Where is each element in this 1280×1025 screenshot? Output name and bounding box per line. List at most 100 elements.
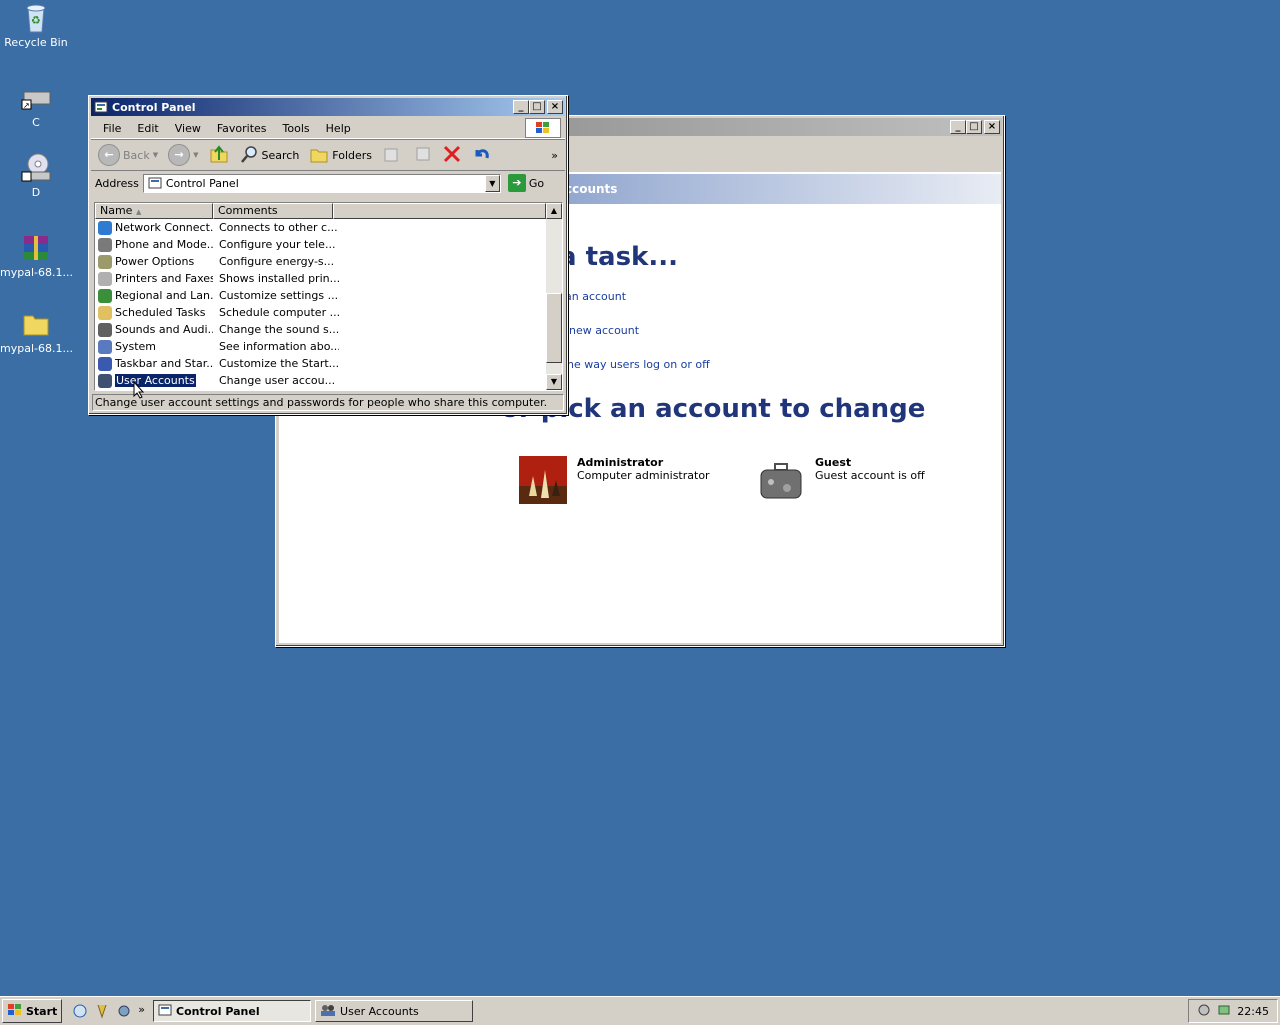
desktop-icon-label: Recycle Bin <box>4 36 68 49</box>
address-bar: Address Control Panel ▼ ➔ Go <box>91 171 565 195</box>
list-item-comment: Change the sound s... <box>219 323 339 336</box>
list-item[interactable]: Power Options Configure energy-s... <box>95 253 562 270</box>
account-tile-guest[interactable]: Guest Guest account is off <box>757 456 925 504</box>
list-item-name-cell: Taskbar and Star... <box>95 356 213 371</box>
search-label: Search <box>261 148 300 162</box>
list-item-name: Sounds and Audi... <box>115 323 213 336</box>
desktop-icon-mypal-folder[interactable]: mypal-68.1... <box>0 308 73 355</box>
ie-icon[interactable] <box>72 1003 88 1019</box>
scroll-up-arrow[interactable]: ▲ <box>546 203 562 219</box>
list-item-name-cell: Network Connect... <box>95 220 213 235</box>
copy-to-button[interactable] <box>409 142 435 169</box>
file-list[interactable]: Name ▲ Comments Network Connect... Connec… <box>94 202 563 391</box>
ua-banner-title: ccounts <box>565 182 618 196</box>
taskbar-button-user-accounts[interactable]: User Accounts <box>315 1000 474 1022</box>
scroll-down-arrow[interactable]: ▼ <box>546 374 562 390</box>
list-item-comment: Configure energy-s... <box>219 255 335 268</box>
move-to-button[interactable] <box>379 142 405 169</box>
list-item-name: Taskbar and Star... <box>115 357 213 370</box>
undo-button[interactable] <box>469 142 495 169</box>
desktop-icon-drive-c[interactable]: ↗ C <box>0 82 72 129</box>
toolbar-more-button[interactable]: » <box>548 147 561 164</box>
control-panel-applet-icon <box>98 356 112 371</box>
list-item[interactable]: Regional and Lan... Customize settings ..… <box>95 287 562 304</box>
account-tile-administrator[interactable]: Administrator Computer administrator <box>519 456 710 504</box>
minimize-button[interactable]: _ <box>950 120 966 134</box>
column-header-empty <box>333 203 546 219</box>
start-button[interactable]: Start <box>2 999 63 1023</box>
list-item[interactable]: Phone and Mode... Configure your tele... <box>95 236 562 253</box>
menu-file[interactable]: File <box>95 122 129 135</box>
minimize-button[interactable]: _ <box>513 100 529 114</box>
network-icon[interactable] <box>1217 1003 1231 1020</box>
sort-ascending-icon: ▲ <box>135 208 142 216</box>
forward-button[interactable]: → ▼ <box>165 142 201 168</box>
control-panel-applet-icon <box>98 322 112 337</box>
search-icon <box>239 144 259 167</box>
close-button[interactable]: × <box>547 100 563 114</box>
folder-icon <box>20 308 52 340</box>
control-panel-icon <box>148 176 162 190</box>
windows-flag-icon <box>7 1003 23 1020</box>
close-button[interactable]: × <box>984 120 1000 134</box>
vertical-scrollbar[interactable]: ▲ ▼ <box>546 203 562 390</box>
menu-edit[interactable]: Edit <box>129 122 166 135</box>
maximize-button[interactable]: □ <box>966 120 982 134</box>
list-item[interactable]: Taskbar and Star... Customize the Start..… <box>95 355 562 372</box>
desktop-icon-label: D <box>31 186 41 199</box>
menu-tools[interactable]: Tools <box>275 122 318 135</box>
list-item-name: Power Options <box>115 255 195 268</box>
scroll-thumb[interactable] <box>546 293 562 363</box>
ua-link-logon-options[interactable]: he way users log on or off <box>567 358 710 371</box>
back-button[interactable]: ← Back ▼ <box>95 142 161 168</box>
desktop-icon-mypal-archive[interactable]: mypal-68.1... <box>0 232 73 279</box>
mouse-cursor-icon <box>133 380 145 402</box>
menu-favorites[interactable]: Favorites <box>209 122 275 135</box>
desktop-icon-drive-d[interactable]: D <box>0 152 72 199</box>
menu-bar: File Edit View Favorites Tools Help <box>91 118 565 139</box>
control-panel-applet-icon <box>98 288 112 303</box>
list-item[interactable]: System See information abo... <box>95 338 562 355</box>
clock[interactable]: 22:45 <box>1237 1005 1269 1018</box>
ua-link-create-account[interactable]: new account <box>569 324 639 337</box>
address-dropdown-button[interactable]: ▼ <box>484 174 500 192</box>
go-button[interactable]: ➔ Go <box>505 172 547 194</box>
window-title: Control Panel <box>112 100 196 114</box>
list-item[interactable]: User Accounts Change user accou... <box>95 372 562 389</box>
account-name: Administrator <box>577 456 664 469</box>
tools-icon[interactable] <box>116 1003 132 1019</box>
list-item-name: Scheduled Tasks <box>115 306 206 319</box>
list-item-name: User Accounts <box>114 373 197 388</box>
maximize-button[interactable]: □ <box>529 100 545 114</box>
desktop-icon-recycle-bin[interactable]: ♻ Recycle Bin <box>0 2 72 49</box>
account-name: Guest <box>815 456 852 469</box>
volume-icon[interactable] <box>1197 1003 1211 1020</box>
list-item[interactable]: Sounds and Audi... Change the sound s... <box>95 321 562 338</box>
address-input[interactable]: Control Panel ▼ <box>142 173 501 193</box>
search-button[interactable]: Search <box>236 142 303 169</box>
list-item[interactable]: Scheduled Tasks Schedule computer ... <box>95 304 562 321</box>
list-item[interactable]: Printers and Faxes Shows installed prin..… <box>95 270 562 287</box>
column-header-comments[interactable]: Comments <box>213 203 333 219</box>
taskbar-button-control-panel[interactable]: Control Panel <box>153 1000 312 1022</box>
chevron-down-icon: ▼ <box>193 151 199 159</box>
task-label: User Accounts <box>340 1004 419 1018</box>
menu-view[interactable]: View <box>167 122 209 135</box>
list-item-comment: Customize the Start... <box>219 357 339 370</box>
ua-link-change-account[interactable]: an account <box>565 290 626 303</box>
column-header-name[interactable]: Name ▲ <box>95 203 213 219</box>
control-panel-applet-icon <box>98 220 112 235</box>
list-item[interactable]: Network Connect... Connects to other c... <box>95 219 562 236</box>
go-label: Go <box>528 176 545 190</box>
undo-icon <box>472 144 492 167</box>
system-tray: 22:45 <box>1188 999 1278 1023</box>
folders-button[interactable]: Folders <box>306 142 375 169</box>
menu-help[interactable]: Help <box>318 122 359 135</box>
delete-button[interactable] <box>439 142 465 169</box>
up-folder-button[interactable] <box>206 142 232 169</box>
paint-brush-icon[interactable] <box>94 1003 110 1019</box>
quick-launch-more[interactable]: » <box>138 1003 145 1019</box>
control-panel-window[interactable]: Control Panel _ □ × File Edit View Favor… <box>88 95 568 415</box>
go-arrow-icon: ➔ <box>507 174 526 192</box>
cp-titlebar[interactable]: Control Panel _ □ × <box>91 98 565 116</box>
